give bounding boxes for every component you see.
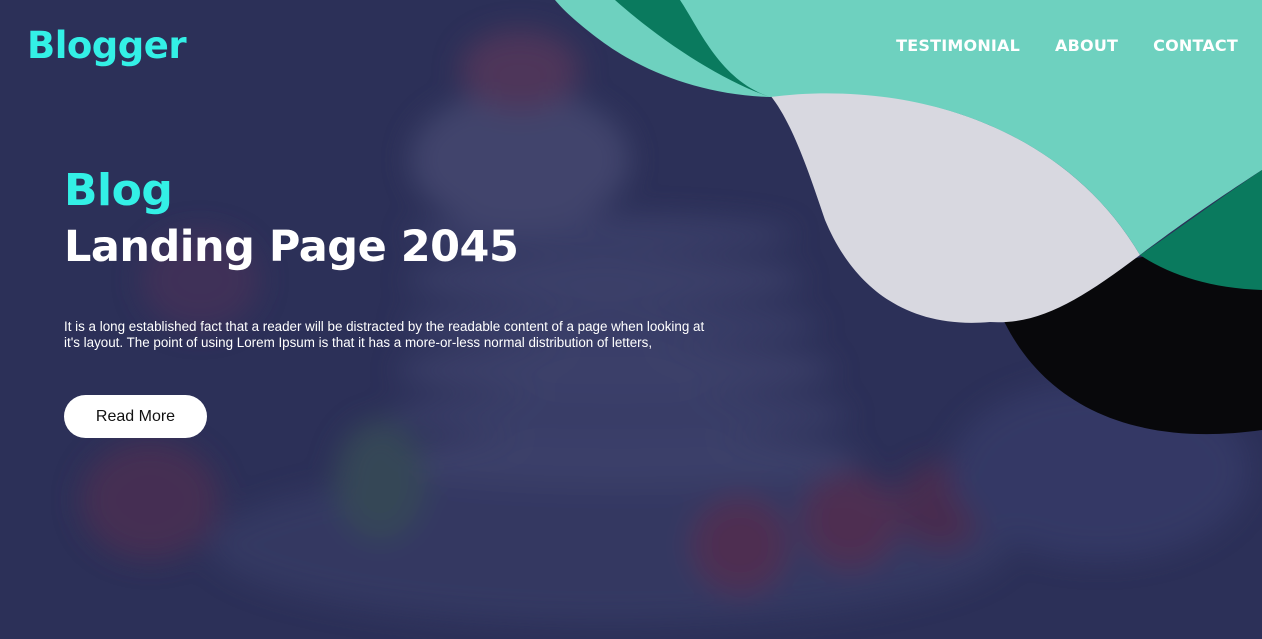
top-navigation: TESTIMONIAL ABOUT CONTACT (896, 36, 1238, 55)
nav-link-testimonial[interactable]: TESTIMONIAL (896, 36, 1020, 55)
brand-logo[interactable]: Blogger (27, 24, 187, 67)
hero-title: Landing Page 2045 (64, 222, 519, 272)
nav-link-about[interactable]: ABOUT (1055, 36, 1118, 55)
read-more-button[interactable]: Read More (64, 395, 207, 438)
hero-kicker: Blog (64, 165, 173, 216)
hero-description: It is a long established fact that a rea… (64, 319, 705, 350)
nav-link-contact[interactable]: CONTACT (1153, 36, 1238, 55)
